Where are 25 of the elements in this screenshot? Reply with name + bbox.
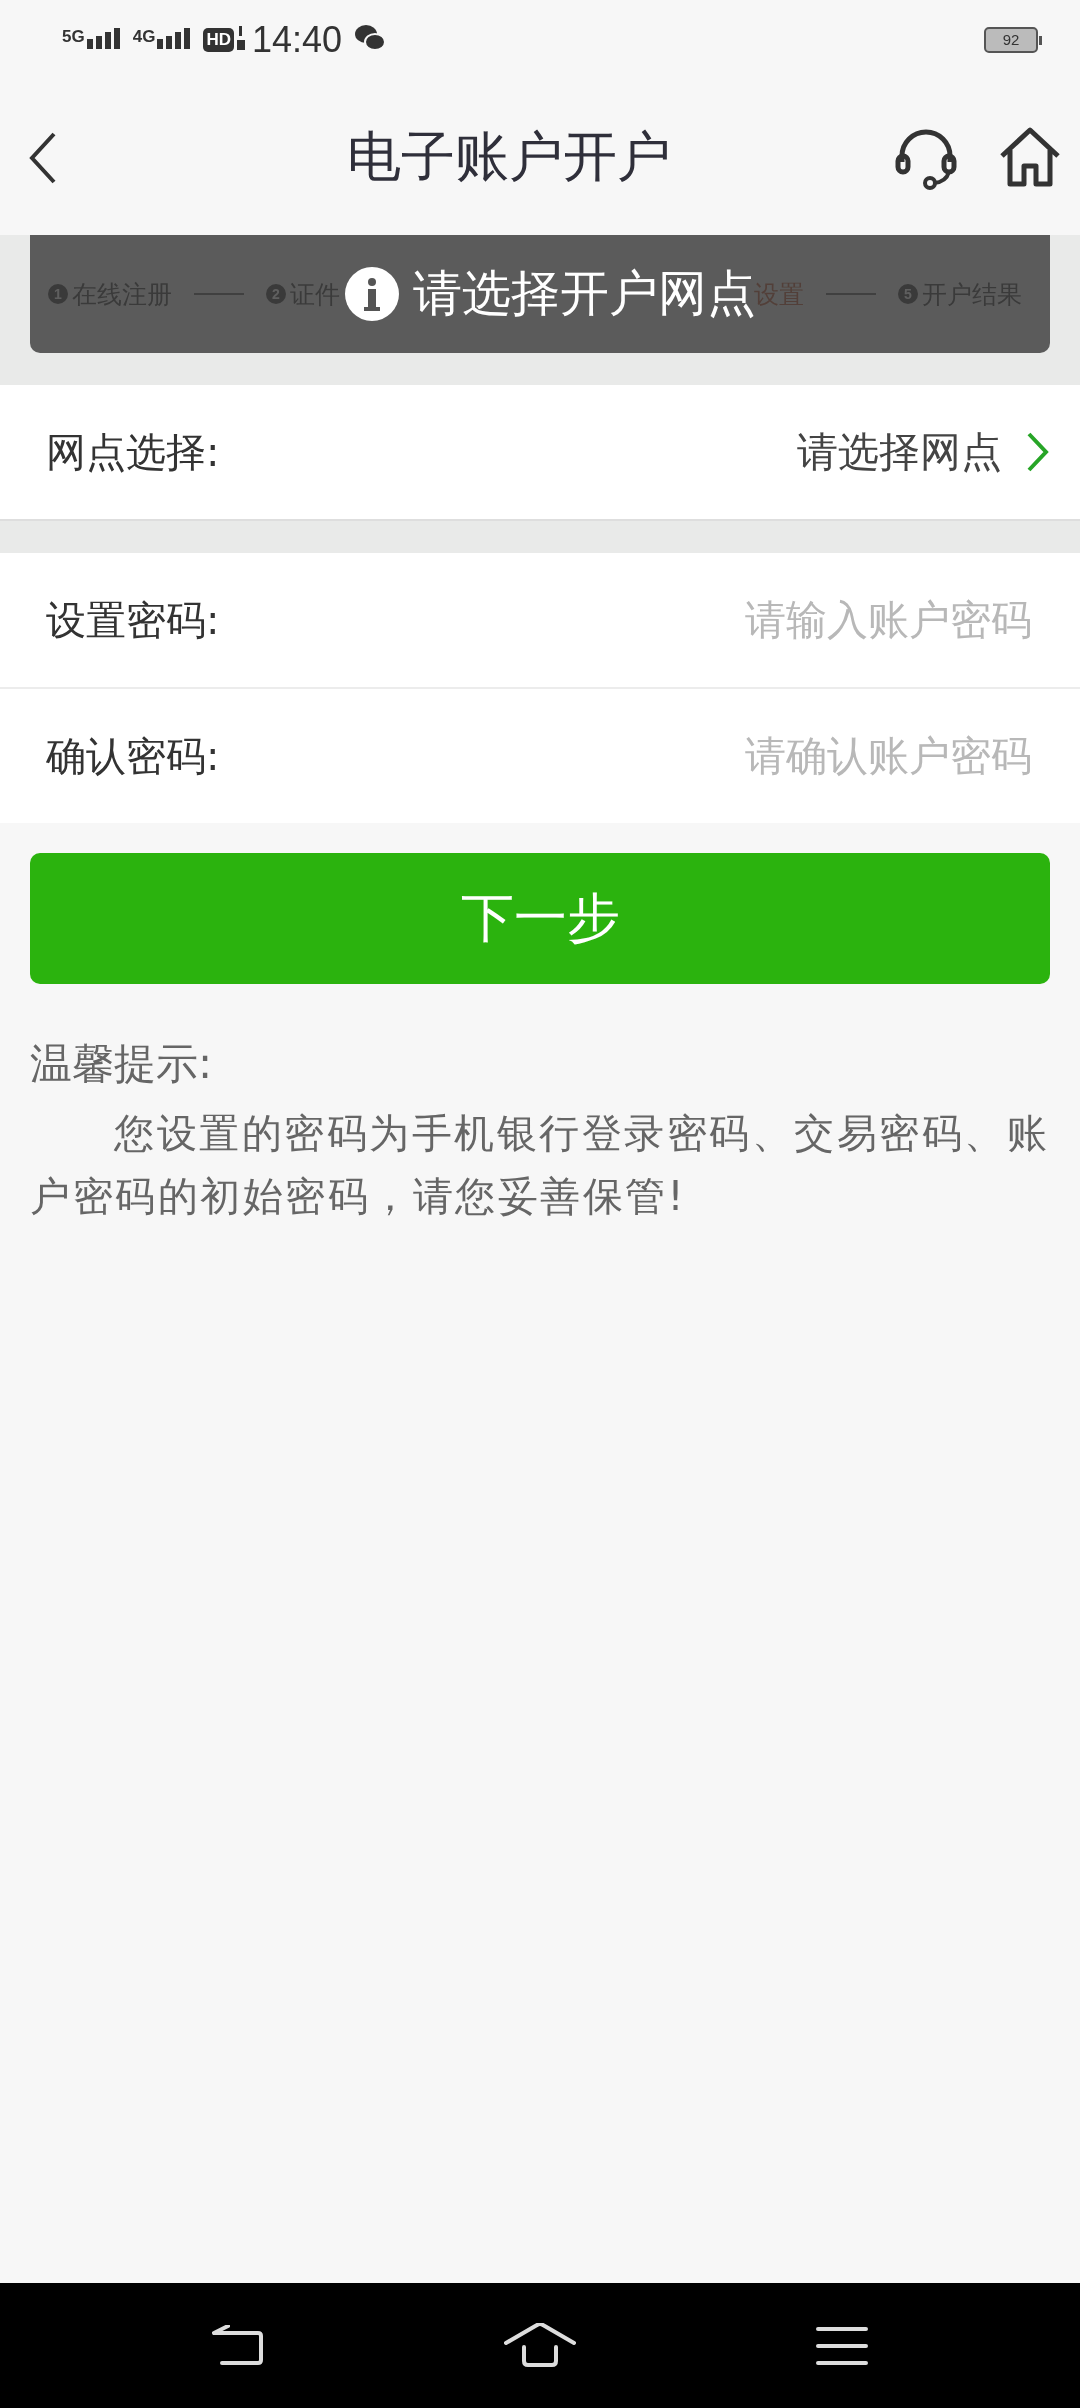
- info-icon: [344, 267, 399, 321]
- clock-time: 14:40: [251, 19, 343, 61]
- password-input[interactable]: 请确认账户密码: [219, 732, 1032, 780]
- menu-button[interactable]: [816, 2324, 868, 2367]
- field-label: 设置密码:: [46, 595, 220, 645]
- password-field[interactable]: 设置密码: 请输入账户密码: [0, 553, 1080, 687]
- password-field[interactable]: 确认密码: 请确认账户密码: [0, 689, 1080, 823]
- field-label: 确认密码:: [46, 731, 220, 781]
- tips-title: 温馨提示:: [30, 1038, 214, 1090]
- chevron-icon: [1026, 431, 1050, 473]
- battery-indicator: 92: [984, 27, 1038, 53]
- branch-selector[interactable]: 请选择网点: [797, 424, 1050, 480]
- field-label: 网点选择:: [46, 427, 220, 477]
- back-button[interactable]: [212, 2324, 264, 2367]
- network-label: 4G: [132, 26, 156, 47]
- network-label: 5G: [62, 26, 85, 47]
- password-input[interactable]: 请输入账户密码: [219, 596, 1032, 644]
- toast-message: 请选择开户网点: [412, 264, 756, 324]
- home-button[interactable]: [998, 125, 1062, 190]
- page-title: 电子账户开户: [346, 124, 672, 190]
- signal-icon: [86, 26, 121, 49]
- hd-badge: HD: [203, 28, 234, 52]
- home-button[interactable]: [504, 2322, 576, 2369]
- tips-text: 您设置的密码为手机银行登录密码、交易密码、账户密码的初始密码，请您妥善保管!: [30, 1109, 1050, 1221]
- signal-icon: [157, 26, 192, 49]
